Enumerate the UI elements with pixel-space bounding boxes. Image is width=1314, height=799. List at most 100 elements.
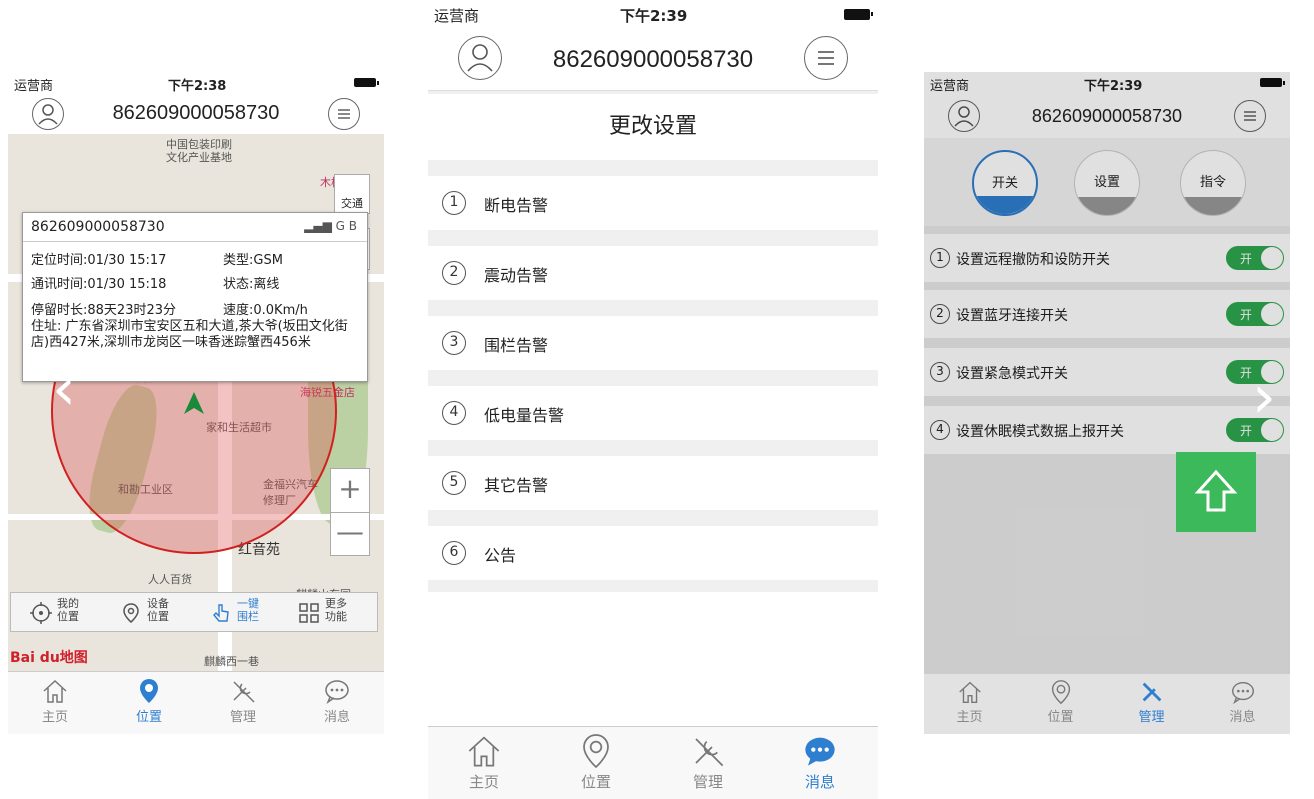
baidu-logo: Bai du地图 — [10, 650, 88, 666]
prev-arrow-icon[interactable]: ‹ — [52, 354, 76, 424]
tab-manage[interactable]: 管理 — [1106, 674, 1197, 734]
item-label: 公告 — [484, 546, 517, 565]
tab-label: 主页 — [956, 710, 983, 725]
clock: 下午2:39 — [620, 7, 688, 25]
list-item[interactable]: 1 断电告警 — [428, 176, 878, 230]
tab-bar: 主页 位置 管理 消息 — [8, 671, 384, 734]
item-number: 3 — [442, 331, 466, 355]
segment-switch[interactable]: 开关 — [972, 150, 1038, 216]
zoom-out-button[interactable]: — — [331, 513, 369, 555]
battery-icon — [1260, 78, 1285, 87]
row-number: 2 — [930, 304, 950, 324]
segment-label: 开关 — [991, 176, 1018, 191]
info-stay: 停留时长:88天23时23分 — [31, 303, 177, 318]
menu-icon[interactable] — [328, 98, 360, 130]
tab-location[interactable]: 位置 — [540, 727, 652, 799]
map-toolbar: 我的 位置 设备 位置 一键 围栏 更多 功能 — [10, 592, 378, 632]
menu-icon[interactable] — [804, 36, 848, 80]
segment-settings[interactable]: 设置 — [1074, 150, 1140, 216]
row-label: 设置休眠模式数据上报开关 — [956, 424, 1124, 440]
grid-icon — [299, 603, 319, 623]
tab-messages[interactable]: 消息 — [1197, 674, 1288, 734]
tab-manage[interactable]: 管理 — [196, 672, 290, 734]
tab-label: 管理 — [1138, 710, 1165, 725]
location-pin-icon — [583, 734, 609, 769]
divider — [23, 241, 367, 242]
menu-icon[interactable] — [1234, 100, 1266, 132]
chat-icon — [1231, 681, 1254, 705]
tab-label: 主页 — [41, 710, 68, 725]
info-comm-time: 通讯时间:01/30 15:18 — [31, 277, 167, 292]
info-speed: 速度:0.0Km/h — [223, 303, 308, 318]
switch-row: 3 设置紧急模式开关 开 — [924, 348, 1290, 396]
device-location-button[interactable]: 设备 位置 — [119, 597, 169, 625]
header: 862609000058730 — [428, 28, 878, 91]
item-label: 震动告警 — [484, 266, 549, 285]
next-arrow-icon[interactable]: › — [1252, 362, 1276, 432]
row-label: 设置蓝牙连接开关 — [956, 308, 1068, 324]
list-item[interactable]: 5 其它告警 — [428, 456, 878, 510]
zoom-control: + — — [330, 468, 370, 556]
toggle-label: 开 — [1240, 308, 1253, 322]
item-label: 其它告警 — [484, 476, 549, 495]
signal-icon: ▂▄▆ G B — [304, 219, 357, 233]
tools-icon — [1142, 682, 1161, 702]
upload-button[interactable] — [1176, 452, 1256, 532]
chat-icon — [805, 737, 835, 766]
traffic-label: 交通 — [341, 197, 363, 210]
chat-icon — [325, 680, 349, 704]
tab-label: 消息 — [323, 710, 350, 725]
list-item[interactable]: 2 震动告警 — [428, 246, 878, 300]
tab-bar: 主页 位置 管理 消息 — [924, 673, 1290, 734]
tool-label: 更多 功能 — [325, 597, 347, 623]
toggle-switch[interactable]: 开 — [1226, 246, 1284, 270]
tab-location[interactable]: 位置 — [102, 672, 196, 734]
my-location-button[interactable]: 我的 位置 — [29, 597, 79, 625]
info-status: 状态:离线 — [223, 277, 280, 292]
signal-label: G B — [335, 219, 357, 233]
tools-icon — [695, 738, 724, 767]
item-number: 4 — [442, 401, 466, 425]
tab-home[interactable]: 主页 — [924, 674, 1015, 734]
info-loc-time: 定位时间:01/30 15:17 — [31, 253, 167, 268]
traffic-button[interactable]: 交通 — [334, 174, 370, 214]
map-view[interactable]: 中国包装印刷 文化产业基地 木棉 茂和工业区 海锐五金店 家和生活超市 和勘工业… — [8, 134, 384, 672]
list-item[interactable]: 3 围栏告警 — [428, 316, 878, 370]
switch-row: 4 设置休眠模式数据上报开关 开 — [924, 406, 1290, 454]
location-pin-icon — [140, 679, 158, 703]
list-item[interactable]: 6 公告 — [428, 526, 878, 580]
phone-location-screen: 运营商 下午2:38 862609000058730 中国包装印刷 文化产业基地… — [8, 72, 384, 734]
tool-label: 设备 位置 — [147, 597, 169, 623]
switch-row: 2 设置蓝牙连接开关 开 — [924, 290, 1290, 338]
info-device-id: 862609000058730 — [31, 219, 165, 235]
more-button[interactable]: 更多 功能 — [297, 597, 347, 625]
tab-messages[interactable]: 消息 — [290, 672, 384, 734]
tab-messages[interactable]: 消息 — [764, 727, 876, 799]
tab-location[interactable]: 位置 — [1015, 674, 1106, 734]
row-number: 3 — [930, 362, 950, 382]
tab-label: 消息 — [804, 773, 835, 791]
segment-label: 指令 — [1199, 175, 1226, 190]
tab-label: 管理 — [692, 773, 723, 791]
toggle-label: 开 — [1240, 252, 1253, 266]
tab-home[interactable]: 主页 — [8, 672, 102, 734]
up-arrow-icon — [1194, 469, 1238, 512]
item-number: 5 — [442, 471, 466, 495]
phone-switch-screen: 运营商 下午2:39 862609000058730 开关 设置 指令 1 设置… — [924, 72, 1290, 734]
clock: 下午2:38 — [168, 79, 227, 94]
switch-row: 1 设置远程撤防和设防开关 开 — [924, 234, 1290, 282]
zoom-in-button[interactable]: + — [331, 469, 369, 513]
tab-manage[interactable]: 管理 — [652, 727, 764, 799]
list-item[interactable]: 4 低电量告警 — [428, 386, 878, 440]
tab-label: 位置 — [580, 773, 611, 791]
fence-button[interactable]: 一键 围栏 — [209, 597, 259, 625]
battery-icon — [354, 78, 379, 87]
item-label: 断电告警 — [484, 196, 549, 215]
segment-label: 设置 — [1093, 175, 1120, 190]
row-number: 4 — [930, 420, 950, 440]
item-label: 围栏告警 — [484, 336, 549, 355]
toggle-switch[interactable]: 开 — [1226, 302, 1284, 326]
hand-tap-icon — [213, 604, 229, 622]
tab-home[interactable]: 主页 — [428, 727, 540, 799]
segment-commands[interactable]: 指令 — [1180, 150, 1246, 216]
